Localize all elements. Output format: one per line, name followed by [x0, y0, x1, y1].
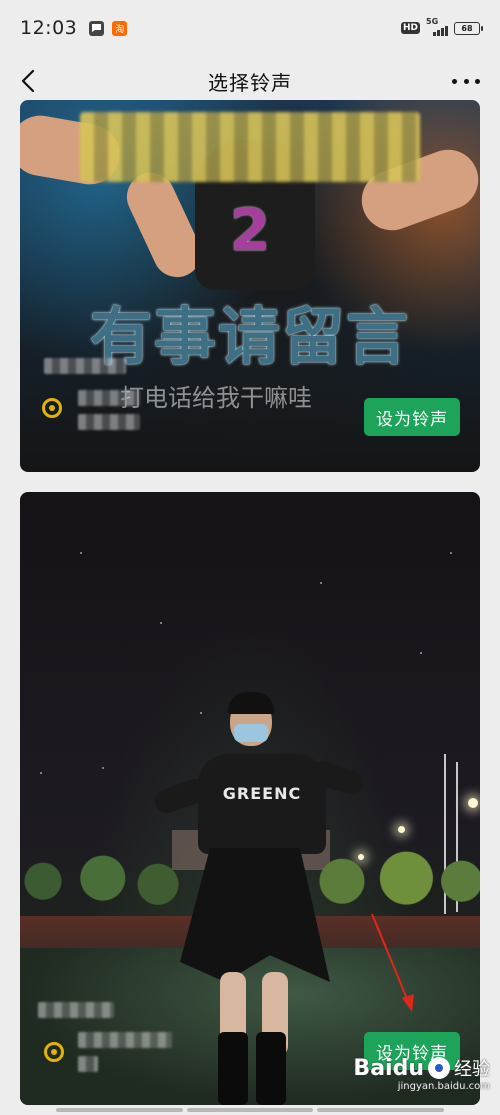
taobao-notification-icon: 淘 — [112, 20, 128, 36]
set-ringtone-button[interactable]: 设为铃声 — [364, 398, 460, 436]
shirt-print: GREENC — [222, 784, 302, 803]
ringtone-card[interactable]: 2 有事请留言 打电话给我干嘛哇 设为铃声 — [20, 100, 480, 472]
more-options-button[interactable] — [452, 72, 480, 90]
status-bar: 12:03 淘 HD 5G 68 — [0, 0, 500, 56]
battery-level: 68 — [461, 23, 473, 33]
status-time: 12:03 — [20, 17, 78, 39]
blurred-text — [78, 390, 140, 406]
scroll-indicator — [56, 1108, 445, 1112]
back-button[interactable] — [14, 64, 42, 98]
nav-bar: 选择铃声 — [0, 56, 500, 106]
blurred-text — [44, 358, 126, 374]
more-dots-icon — [452, 78, 457, 84]
notification-icons: 淘 — [89, 20, 128, 36]
page-title: 选择铃声 — [208, 70, 292, 95]
blurred-title — [80, 112, 420, 182]
light-glow — [468, 798, 478, 808]
network-type: 5G — [426, 17, 439, 26]
light-glow — [398, 826, 405, 833]
status-indicators: HD 5G 68 — [400, 17, 483, 36]
dancer-boot — [218, 1032, 248, 1105]
ringtone-rate-icon — [44, 1042, 64, 1062]
blurred-text — [78, 1032, 172, 1048]
blurred-text — [38, 1002, 114, 1018]
signal-icon: 5G — [426, 17, 448, 36]
card-overlay-subtitle: 打电话给我干嘛哇 — [120, 384, 312, 412]
watermark-brand: Baidu — [353, 1055, 424, 1081]
hd-badge: HD — [400, 22, 420, 34]
watermark-product: 经验 — [454, 1059, 490, 1080]
baidu-jingyan-watermark: Baidu 经验 jingyan.baidu.com — [353, 1055, 490, 1093]
dancer-boot — [256, 1032, 286, 1105]
chevron-left-icon — [21, 69, 35, 93]
battery-icon: 68 — [454, 21, 483, 35]
blurred-text — [78, 414, 140, 430]
card-overlay-digit: 2 — [229, 196, 271, 264]
ringtone-rate-icon — [42, 398, 62, 418]
message-notification-icon — [89, 20, 105, 36]
red-arrow-annotation — [371, 913, 414, 1012]
watermark-url: jingyan.baidu.com — [397, 1081, 490, 1092]
blurred-text — [78, 1056, 98, 1072]
ringtone-card[interactable]: GREENC 设为铃声 — [20, 492, 480, 1105]
dancer-mask — [234, 724, 268, 742]
dancer-cap — [228, 692, 274, 714]
baidu-paw-icon — [428, 1057, 450, 1079]
